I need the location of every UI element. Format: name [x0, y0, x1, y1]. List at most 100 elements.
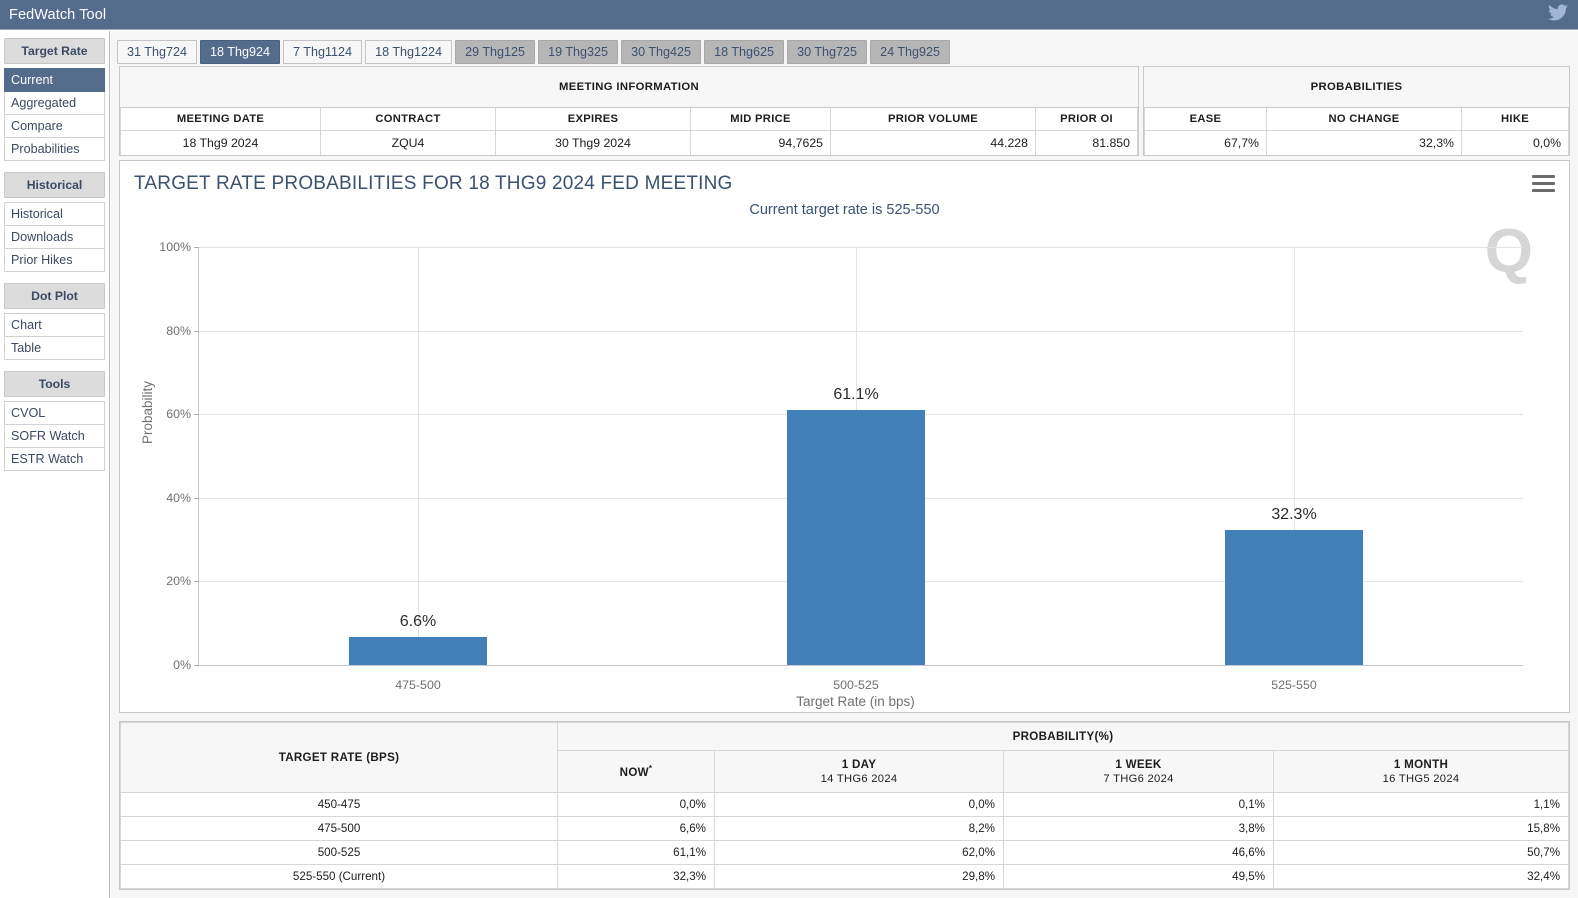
- sidebar-item-compare[interactable]: Compare: [4, 115, 105, 138]
- sidebar-item-estr-watch[interactable]: ESTR Watch: [4, 448, 105, 471]
- bar-label-525-550: 32.3%: [1271, 506, 1317, 523]
- bar-group-500-525: 61.1% 500-525: [637, 247, 1075, 692]
- probabilities-caption: PROBABILITIES: [1144, 67, 1569, 108]
- plot-canvas: 100% 80% 60% 40% 20% 0% 6.6% 475-500 61.…: [159, 240, 1523, 692]
- col-now: NOW*: [557, 750, 715, 793]
- tab-19-thg325[interactable]: 19 Thg325: [538, 40, 619, 64]
- sidebar-item-table[interactable]: Table: [4, 337, 105, 360]
- gridline-0: 0%: [173, 658, 1523, 672]
- sidebar-item-aggregated[interactable]: Aggregated: [4, 92, 105, 115]
- cell-1-day: 0,0%: [714, 792, 1004, 817]
- ytick-40: 40%: [166, 491, 199, 505]
- cell-1-month: 15,8%: [1273, 816, 1569, 841]
- tab-18-thg924[interactable]: 18 Thg924: [200, 40, 280, 64]
- chart-subtitle: Current target rate is 525-550: [749, 202, 940, 218]
- col-1-month-date: 16 THG5 2024: [1382, 773, 1460, 785]
- table-header-row: MEETING DATE CONTRACT EXPIRES MID PRICE …: [120, 108, 1138, 131]
- col-1-day-label: 1 DAY: [841, 758, 877, 771]
- table-row: 525-550 (Current) 32,3% 29,8% 49,5% 32,4…: [120, 864, 1569, 889]
- tab-24-thg925[interactable]: 24 Thg925: [870, 40, 951, 64]
- cell-rate: 475-500: [120, 816, 558, 841]
- ytick-60: 60%: [166, 407, 199, 421]
- cell-contract: ZQU4: [320, 130, 496, 155]
- col-1-month: 1 MONTH 16 THG5 2024: [1273, 750, 1569, 793]
- cell-now: 6,6%: [557, 816, 715, 841]
- bar-label-500-525: 61.1%: [833, 385, 879, 403]
- sidebar-item-chart[interactable]: Chart: [4, 313, 105, 337]
- tab-18-thg625[interactable]: 18 Thg625: [704, 40, 785, 64]
- tab-18-thg1224[interactable]: 18 Thg1224: [365, 40, 453, 64]
- xtick-525-550: 525-550: [1271, 678, 1317, 692]
- col-meeting-date: MEETING DATE: [120, 108, 321, 131]
- y-axis-label: Probability: [140, 380, 155, 444]
- cell-rate: 525-550 (Current): [120, 864, 558, 889]
- xtick-475-500: 475-500: [395, 678, 441, 692]
- sidebar-group-target-rate: Target Rate: [4, 38, 105, 64]
- col-expires: EXPIRES: [495, 108, 691, 131]
- sidebar-item-historical[interactable]: Historical: [4, 202, 105, 226]
- plot-area: Probability 100% 80% 60% 40% 20% 0% 6.6%…: [120, 239, 1569, 709]
- col-prior-volume: PRIOR VOLUME: [830, 108, 1036, 131]
- cell-1-week: 49,5%: [1003, 864, 1274, 889]
- col-1-week-label: 1 WEEK: [1115, 758, 1162, 771]
- twitter-icon[interactable]: [1548, 3, 1568, 26]
- table-row: 500-525 61,1% 62,0% 46,6% 50,7%: [120, 840, 1569, 865]
- meeting-information-caption: MEETING INFORMATION: [120, 67, 1138, 108]
- cell-prior-oi: 81.850: [1035, 130, 1138, 155]
- info-panels: MEETING INFORMATION MEETING DATE CONTRAC…: [111, 64, 1578, 156]
- sidebar-item-sofr-watch[interactable]: SOFR Watch: [4, 425, 105, 448]
- xtick-500-525: 500-525: [833, 678, 879, 692]
- cell-no-change: 32,3%: [1266, 130, 1462, 155]
- cell-1-day: 8,2%: [714, 816, 1004, 841]
- cell-1-day: 62,0%: [714, 840, 1004, 865]
- cell-expires: 30 Thg9 2024: [495, 130, 691, 155]
- cell-ease: 67,7%: [1144, 130, 1267, 155]
- sidebar-item-cvol[interactable]: CVOL: [4, 401, 105, 425]
- col-target-rate: TARGET RATE (BPS): [120, 722, 558, 793]
- cell-now: 61,1%: [557, 840, 715, 865]
- cell-rate: 500-525: [120, 840, 558, 865]
- sidebar-item-probabilities[interactable]: Probabilities: [4, 138, 105, 161]
- cell-1-month: 32,4%: [1273, 864, 1569, 889]
- bar-475-500[interactable]: [349, 637, 487, 665]
- col-1-day: 1 DAY 14 THG6 2024: [714, 750, 1004, 793]
- cell-now: 32,3%: [557, 864, 715, 889]
- sidebar-item-prior-hikes[interactable]: Prior Hikes: [4, 249, 105, 272]
- tab-31-thg724[interactable]: 31 Thg724: [117, 40, 197, 64]
- col-probability-group: PROBABILITY(%): [557, 722, 1569, 751]
- tab-7-thg1124[interactable]: 7 Thg1124: [283, 40, 363, 64]
- bar-500-525[interactable]: [787, 409, 925, 665]
- chart-title: TARGET RATE PROBABILITIES FOR 18 THG9 20…: [134, 173, 733, 194]
- col-mid-price: MID PRICE: [690, 108, 831, 131]
- tab-29-thg125[interactable]: 29 Thg125: [455, 40, 536, 64]
- cell-prior-volume: 44.228: [830, 130, 1036, 155]
- col-now-label: NOW: [619, 765, 649, 779]
- tab-30-thg725[interactable]: 30 Thg725: [787, 40, 868, 64]
- col-prior-oi: PRIOR OI: [1035, 108, 1138, 131]
- probabilities-table: PROBABILITIES EASE NO CHANGE HIKE 67,7% …: [1144, 67, 1569, 155]
- hamburger-bar: [1532, 189, 1555, 192]
- sidebar-group-dot-plot: Dot Plot: [4, 283, 105, 309]
- probability-breakdown-table: TARGET RATE (BPS) PROBABILITY(%) NOW* 1 …: [120, 722, 1569, 889]
- cell-1-month: 50,7%: [1273, 840, 1569, 865]
- table-header-row: TARGET RATE (BPS) PROBABILITY(%): [120, 722, 1569, 793]
- cell-1-week: 46,6%: [1003, 840, 1274, 865]
- hamburger-menu-icon[interactable]: [1532, 175, 1555, 196]
- cell-1-week: 0,1%: [1003, 792, 1274, 817]
- bar-group-525-550: 32.3% 525-550: [1075, 247, 1513, 692]
- sidebar-item-downloads[interactable]: Downloads: [4, 226, 105, 249]
- sidebar-item-current[interactable]: Current: [4, 68, 105, 92]
- sidebar-group-tools: Tools: [4, 371, 105, 397]
- ytick-0: 0%: [173, 658, 199, 672]
- hamburger-bar: [1532, 182, 1555, 185]
- probabilities-panel: PROBABILITIES EASE NO CHANGE HIKE 67,7% …: [1143, 66, 1570, 156]
- tab-30-thg425[interactable]: 30 Thg425: [621, 40, 702, 64]
- bar-525-550[interactable]: [1225, 530, 1363, 665]
- col-1-week: 1 WEEK 7 THG6 2024: [1003, 750, 1274, 793]
- x-axis-label: Target Rate (in bps): [796, 694, 915, 709]
- col-hike: HIKE: [1461, 108, 1569, 131]
- bar-series: 6.6% 475-500 61.1% 500-525 32.3% 525-550: [199, 247, 1513, 692]
- cell-1-day: 29,8%: [714, 864, 1004, 889]
- sidebar-group-historical: Historical: [4, 172, 105, 198]
- cell-now: 0,0%: [557, 792, 715, 817]
